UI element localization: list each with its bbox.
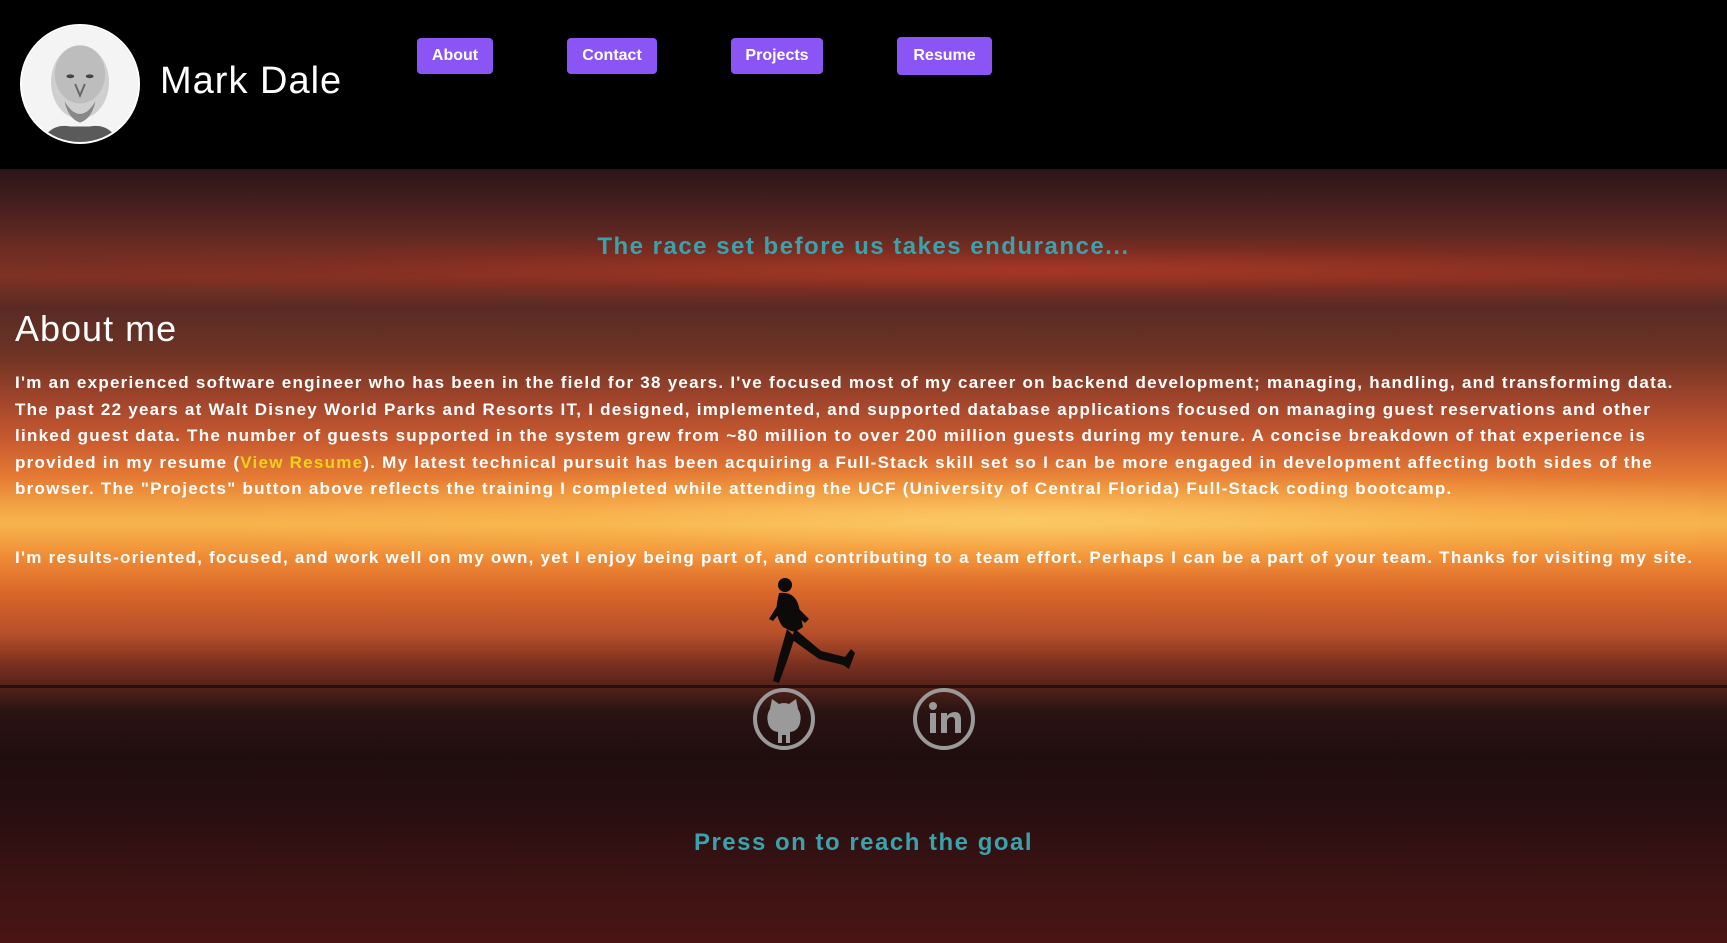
tagline-top: The race set before us takes endurance..…: [597, 233, 1130, 260]
site-name: Mark Dale: [160, 60, 343, 102]
nav-contact-button[interactable]: Contact: [567, 38, 657, 74]
nav-about-button[interactable]: About: [417, 38, 493, 74]
view-resume-link[interactable]: View Resume: [240, 453, 363, 472]
about-paragraph-1: I'm an experienced software engineer who…: [15, 370, 1705, 503]
avatar: [20, 24, 140, 144]
tagline-bottom: Press on to reach the goal: [693, 829, 1034, 856]
runner-silhouette: [769, 578, 855, 683]
nav-projects-button[interactable]: Projects: [731, 38, 823, 74]
profile-photo: [22, 26, 138, 142]
nav-resume-button[interactable]: Resume: [897, 37, 992, 75]
about-paragraph-2: I'm results-oriented, focused, and work …: [15, 548, 1694, 567]
linkedin-icon[interactable]: [912, 687, 976, 751]
about-title: About me: [15, 308, 178, 349]
horizon-line: [0, 685, 1727, 688]
site-header: Mark Dale About Contact Projects Resume: [0, 0, 1727, 169]
github-icon[interactable]: [752, 687, 816, 751]
